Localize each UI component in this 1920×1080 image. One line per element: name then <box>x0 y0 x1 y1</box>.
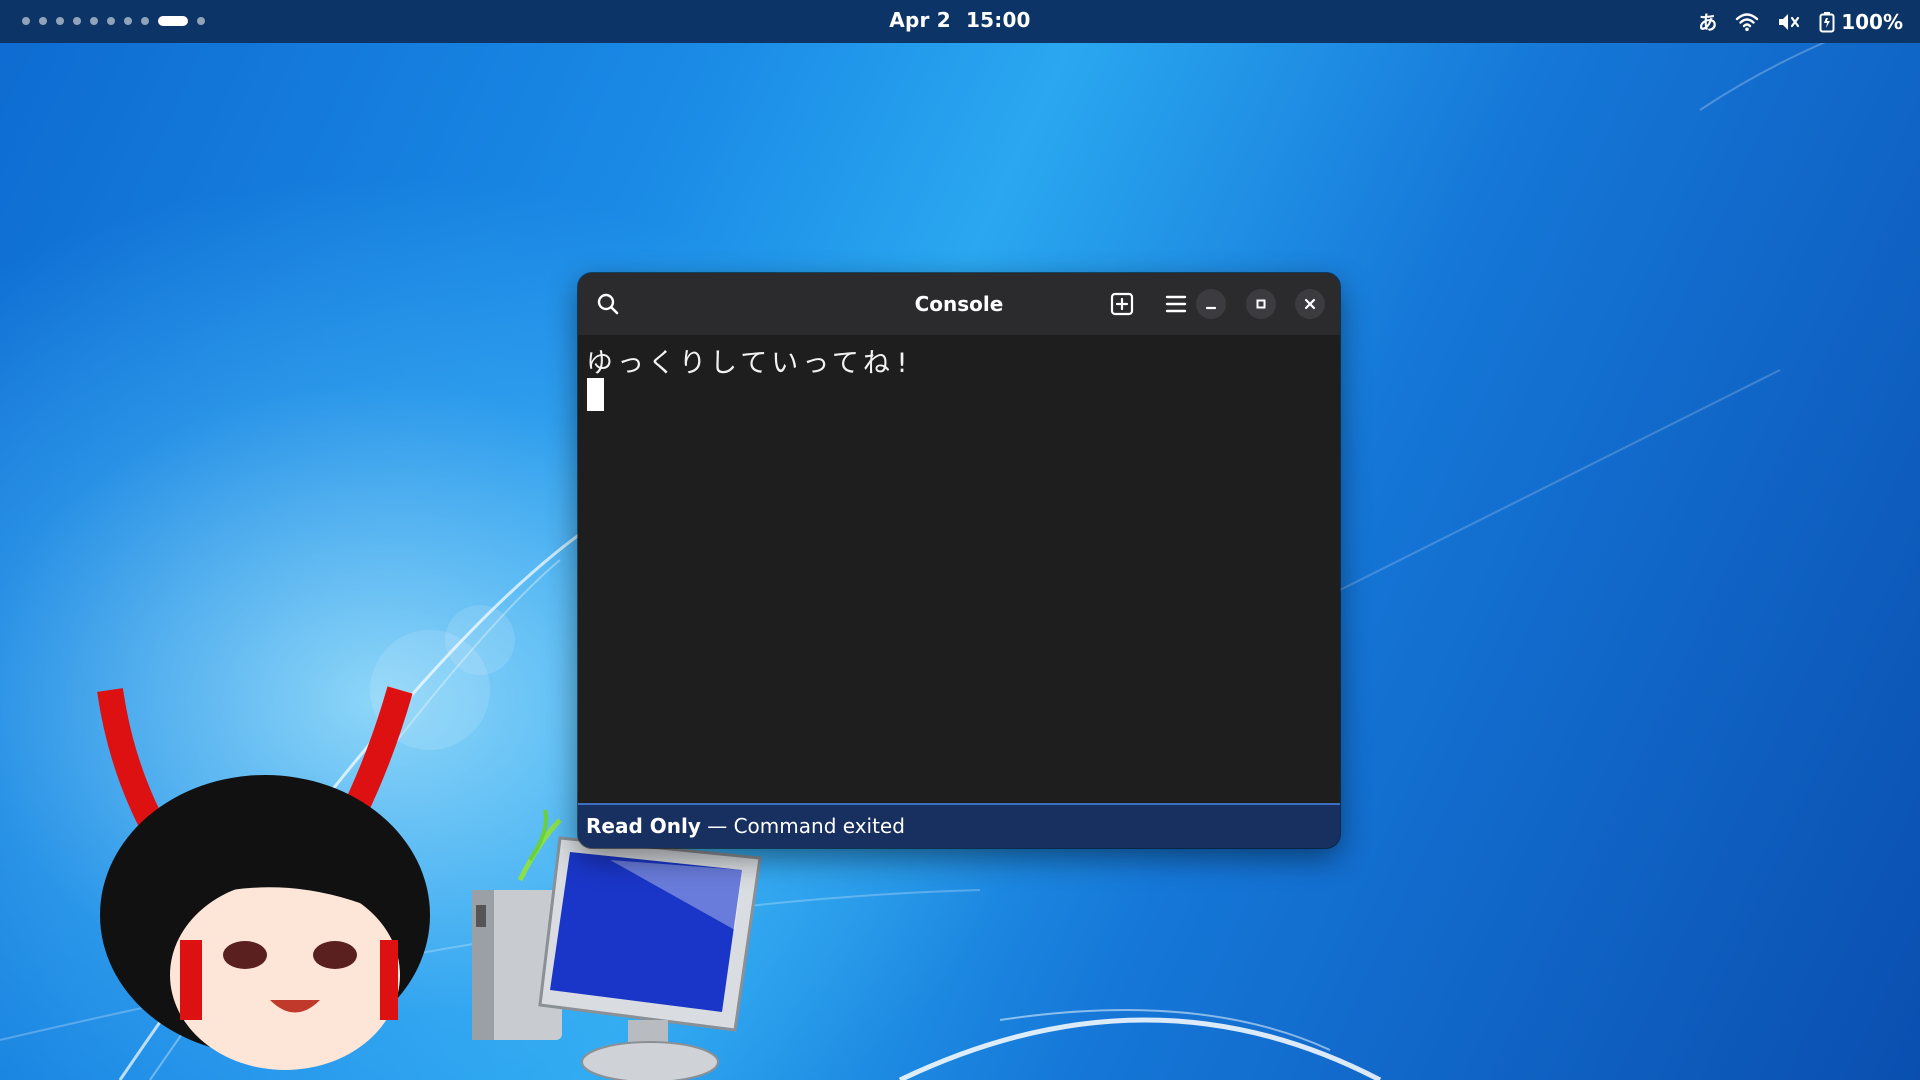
clock-date: Apr 2 <box>889 8 951 32</box>
yukkuri-character-illustration <box>97 686 430 1070</box>
main-menu-button[interactable] <box>1158 286 1194 322</box>
close-button[interactable] <box>1295 289 1325 319</box>
battery-percent: 100% <box>1841 9 1903 34</box>
wifi-icon[interactable] <box>1735 12 1759 32</box>
minimize-icon <box>1205 306 1217 310</box>
new-tab-icon <box>1110 292 1134 316</box>
system-tray[interactable]: あ 100% <box>1698 0 1903 43</box>
terminal-cursor <box>587 378 604 411</box>
new-tab-button[interactable] <box>1104 286 1140 322</box>
maximize-icon <box>1256 299 1266 309</box>
terminal-output-line: ゆっくりしていってね! <box>586 348 915 379</box>
close-icon <box>1304 298 1316 310</box>
clock-time: 15:00 <box>966 8 1031 32</box>
top-panel: Apr 2 15:00 あ 100% <box>0 0 1920 43</box>
status-bar: Read Only — Command exited <box>578 803 1340 848</box>
volume-muted-icon[interactable] <box>1777 12 1801 32</box>
window-headerbar[interactable]: Console <box>578 273 1340 335</box>
console-window[interactable]: Console ゆっくりしていってね! Read Only — Command … <box>578 273 1340 848</box>
battery-icon <box>1819 11 1835 32</box>
status-title: Read Only <box>586 814 701 838</box>
input-method-indicator[interactable]: あ <box>1698 8 1717 35</box>
minimize-button[interactable] <box>1196 289 1226 319</box>
status-separator: — <box>700 814 734 838</box>
clock[interactable]: Apr 2 15:00 <box>0 0 1920 43</box>
terminal-view[interactable]: ゆっくりしていってね! <box>578 335 1340 803</box>
maximize-button[interactable] <box>1246 289 1276 319</box>
computer-illustration <box>472 836 762 1080</box>
status-message: Command exited <box>733 814 905 838</box>
battery-status[interactable]: 100% <box>1819 10 1903 34</box>
hamburger-menu-icon <box>1165 295 1187 313</box>
